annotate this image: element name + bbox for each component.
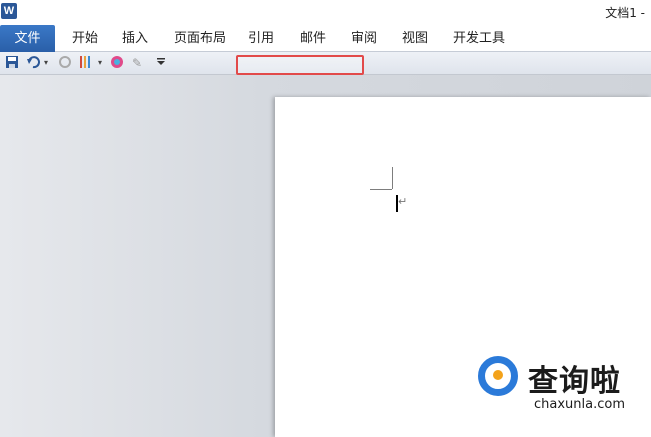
customize-toolbar-icon[interactable] [156, 55, 166, 71]
tab-file[interactable]: 文件 [0, 25, 55, 52]
tab-home[interactable]: 开始 [72, 28, 98, 50]
paragraph-mark: ↵ [398, 195, 408, 208]
watermark-url: chaxunla.com [534, 397, 625, 412]
dropdown-icon[interactable]: ▾ [96, 55, 104, 71]
margin-corner-mark [370, 189, 392, 190]
tab-mailings[interactable]: 邮件 [300, 28, 326, 50]
tab-insert[interactable]: 插入 [122, 28, 148, 50]
tab-developer[interactable]: 开发工具 [453, 28, 505, 50]
title-bar: W 文档1 - [0, 0, 651, 24]
tab-page-layout[interactable]: 页面布局 [174, 28, 226, 50]
clear-formatting-icon[interactable]: ✎ [130, 55, 144, 71]
tab-view[interactable]: 视图 [402, 28, 428, 50]
watermark-logo-dot [493, 370, 503, 380]
highlight-annotation-box [236, 55, 364, 75]
watermark-brand: 查询啦 [528, 364, 621, 399]
word-app-icon[interactable]: W [1, 3, 17, 19]
save-icon[interactable] [5, 55, 19, 71]
document-title: 文档1 - [605, 6, 645, 20]
ribbon-tab-bar: 文件 开始 插入 页面布局 引用 邮件 审阅 视图 开发工具 [0, 24, 651, 52]
redo-icon[interactable] [58, 55, 72, 71]
undo-dropdown-icon[interactable]: ▾ [42, 55, 50, 71]
format-painter-icon[interactable] [78, 55, 94, 71]
tab-review[interactable]: 审阅 [351, 28, 377, 50]
margin-corner-mark [392, 167, 393, 189]
tab-references[interactable]: 引用 [248, 28, 274, 50]
color-icon[interactable] [110, 55, 124, 71]
undo-icon[interactable] [26, 55, 40, 71]
